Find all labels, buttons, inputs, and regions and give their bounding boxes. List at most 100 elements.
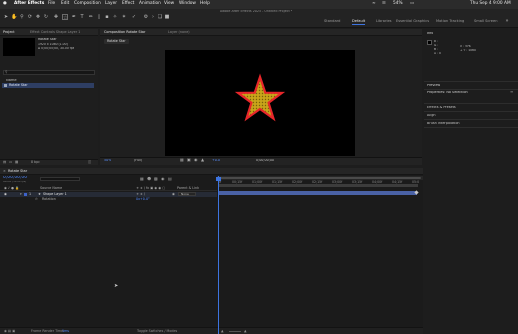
graph-editor-icon[interactable]: ▤: [168, 177, 172, 181]
layer-duration-bar[interactable]: [218, 191, 417, 195]
shy-layers-icon[interactable]: ☻: [147, 177, 151, 181]
frame-blending-icon[interactable]: ▩: [154, 177, 158, 181]
pan-behind-tool-icon[interactable]: ❖: [35, 14, 41, 20]
menu-composition[interactable]: Composition: [74, 1, 101, 6]
wifi-icon[interactable]: ≈: [372, 1, 376, 6]
grid-icon[interactable]: ▦: [180, 158, 184, 162]
source-name-header[interactable]: Source Name: [40, 186, 62, 190]
comp-canvas[interactable]: [165, 50, 355, 156]
type-tool-icon[interactable]: T: [79, 14, 85, 20]
menu-file[interactable]: File: [48, 1, 55, 6]
show-channel-icon[interactable]: ▲: [201, 158, 204, 162]
parent-dropdown[interactable]: None: [178, 192, 196, 196]
preview-tab[interactable]: Preview: [427, 84, 440, 87]
new-comp-icon[interactable]: ▩: [15, 160, 18, 164]
workspace-small-screen[interactable]: Small Screen: [474, 19, 497, 24]
property-value[interactable]: 0x+0.0°: [136, 197, 150, 201]
timeline-zoom-bar[interactable]: ▲ ▲: [217, 327, 423, 334]
workspace-menu-icon[interactable]: »: [504, 18, 510, 24]
bpc-toggle[interactable]: 8 bpc: [31, 160, 40, 164]
roto-brush-tool-icon[interactable]: ✧: [112, 14, 118, 20]
resolution-dropdown[interactable]: (Full): [134, 159, 142, 162]
menu-layer[interactable]: Layer: [105, 1, 117, 6]
project-item-row[interactable]: Rotate Star: [2, 83, 94, 88]
menu-window[interactable]: Window: [179, 1, 196, 6]
stopwatch-icon[interactable]: ⏱: [35, 197, 38, 201]
pen-tool-icon[interactable]: ✒: [71, 14, 77, 20]
snapping-icon[interactable]: ❏: [157, 14, 163, 20]
control-center-icon[interactable]: ☰: [382, 1, 386, 6]
menu-effect[interactable]: Effect: [122, 1, 134, 6]
workspace-motion-tracking[interactable]: Motion Tracking: [436, 19, 464, 24]
mask-icon[interactable]: ■: [164, 14, 170, 20]
tab-project[interactable]: Project: [3, 30, 15, 34]
anchor-tool-icon[interactable]: ✚: [53, 14, 59, 20]
current-time-indicator[interactable]: [218, 176, 219, 334]
exposure-value[interactable]: +0.0: [212, 159, 220, 162]
current-time-indicator-head[interactable]: [216, 177, 221, 181]
label-color-icon[interactable]: [24, 193, 27, 196]
draft-3d-icon[interactable]: ▦: [140, 177, 144, 181]
apple-icon[interactable]: ●: [3, 1, 7, 6]
render-time-icons[interactable]: ◉ ▤ ▣: [4, 329, 15, 333]
workspace-essential-graphics[interactable]: Essential Graphics: [396, 19, 429, 24]
properties-tab[interactable]: Properties: No Selection: [427, 91, 468, 94]
viewer-timecode[interactable]: 0;00;00;00: [256, 159, 274, 162]
trash-icon[interactable]: ◫: [88, 160, 91, 164]
menu-help[interactable]: Help: [200, 1, 210, 6]
current-time-display[interactable]: 0;00;00;00: [3, 176, 27, 180]
more-tools-icon[interactable]: ›: [150, 14, 156, 20]
panel-menu-icon[interactable]: ≡: [510, 90, 513, 94]
zoom-tool-icon[interactable]: ⚲: [19, 14, 25, 20]
workspace-default[interactable]: Default: [352, 19, 366, 25]
parent-link-header[interactable]: Parent & Link: [177, 186, 199, 190]
layer-switches[interactable]: ☀ ∗ /: [136, 192, 145, 196]
tab-composition[interactable]: Composition Rotate Star: [104, 30, 145, 34]
brush-tool-icon[interactable]: ✏: [88, 14, 94, 20]
zoom-out-icon[interactable]: ▲: [221, 329, 224, 333]
zoom-in-icon[interactable]: ▲: [244, 329, 247, 333]
time-navigator-bar[interactable]: [218, 177, 421, 179]
clone-tool-icon[interactable]: ▯: [96, 14, 102, 20]
menu-app-name[interactable]: After Effects: [14, 1, 44, 6]
tab-timeline-comp[interactable]: Rotate Star: [8, 169, 27, 173]
camera-snapshot-icon[interactable]: ◉: [194, 158, 198, 162]
menu-view[interactable]: View: [164, 1, 174, 6]
puppet-pin-icon[interactable]: ✓: [131, 14, 137, 20]
project-search-input[interactable]: ⚲: [3, 70, 95, 75]
motion-blur-icon[interactable]: ◉: [161, 177, 165, 181]
zoom-dropdown[interactable]: 50%: [104, 159, 111, 162]
tool-options-icon[interactable]: ⚙: [143, 14, 149, 20]
layer-name[interactable]: Shape Layer 1: [43, 192, 67, 196]
star-shape[interactable]: [165, 50, 355, 156]
rotation-tool-icon[interactable]: ↻: [43, 14, 49, 20]
tab-layer[interactable]: Layer (none): [168, 30, 190, 34]
new-folder-icon[interactable]: ▭: [9, 160, 12, 164]
selection-tool-icon[interactable]: ➤: [3, 14, 9, 20]
zoom-slider[interactable]: [229, 331, 241, 332]
close-tab-icon[interactable]: ×: [3, 169, 6, 173]
mask-view-icon[interactable]: ▣: [187, 158, 191, 162]
timeline-search-input[interactable]: [40, 177, 80, 181]
work-area-bar[interactable]: [218, 184, 418, 187]
expand-arrow-icon[interactable]: ▾: [20, 192, 22, 196]
align-tab[interactable]: Align: [427, 114, 436, 117]
toggle-switches-modes[interactable]: Toggle Switches / Modes: [137, 329, 177, 333]
tab-effect-controls[interactable]: Effect Controls Shape Layer 1: [30, 30, 80, 34]
clock[interactable]: Thu Sep 4 9:00 AM: [470, 1, 511, 6]
workspace-standard[interactable]: Standard: [324, 19, 340, 24]
pickwhip-icon[interactable]: ◉: [172, 192, 175, 196]
workspace-libraries[interactable]: Libraries: [376, 19, 392, 24]
menu-edit[interactable]: Edit: [61, 1, 69, 6]
comp-navigator-button[interactable]: Rotate Star: [104, 39, 129, 45]
menu-animation[interactable]: Animation: [139, 1, 161, 6]
eraser-tool-icon[interactable]: ▪: [104, 14, 110, 20]
visibility-icon[interactable]: ◉: [4, 192, 7, 196]
orbit-tool-icon[interactable]: ⟳: [27, 14, 33, 20]
effects-presets-tab[interactable]: Effects & Presets: [427, 106, 456, 109]
puppet-tool-icon[interactable]: ✶: [121, 14, 127, 20]
brush-interpolation-tab[interactable]: Brush Interpolation: [427, 122, 460, 125]
battery-percent[interactable]: 54%: [393, 1, 403, 6]
info-tab[interactable]: Info: [427, 32, 433, 35]
interpret-footage-icon[interactable]: ▤: [3, 160, 6, 164]
